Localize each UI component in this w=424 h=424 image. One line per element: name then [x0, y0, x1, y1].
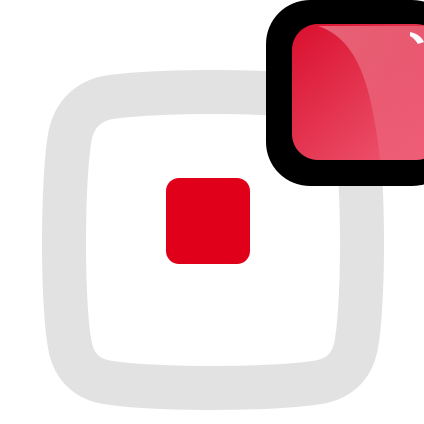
stop-icon-canvas	[0, 0, 424, 424]
stop-record-icon	[42, 0, 424, 410]
stop-square-icon	[166, 178, 250, 264]
badge-icon	[266, 0, 424, 186]
